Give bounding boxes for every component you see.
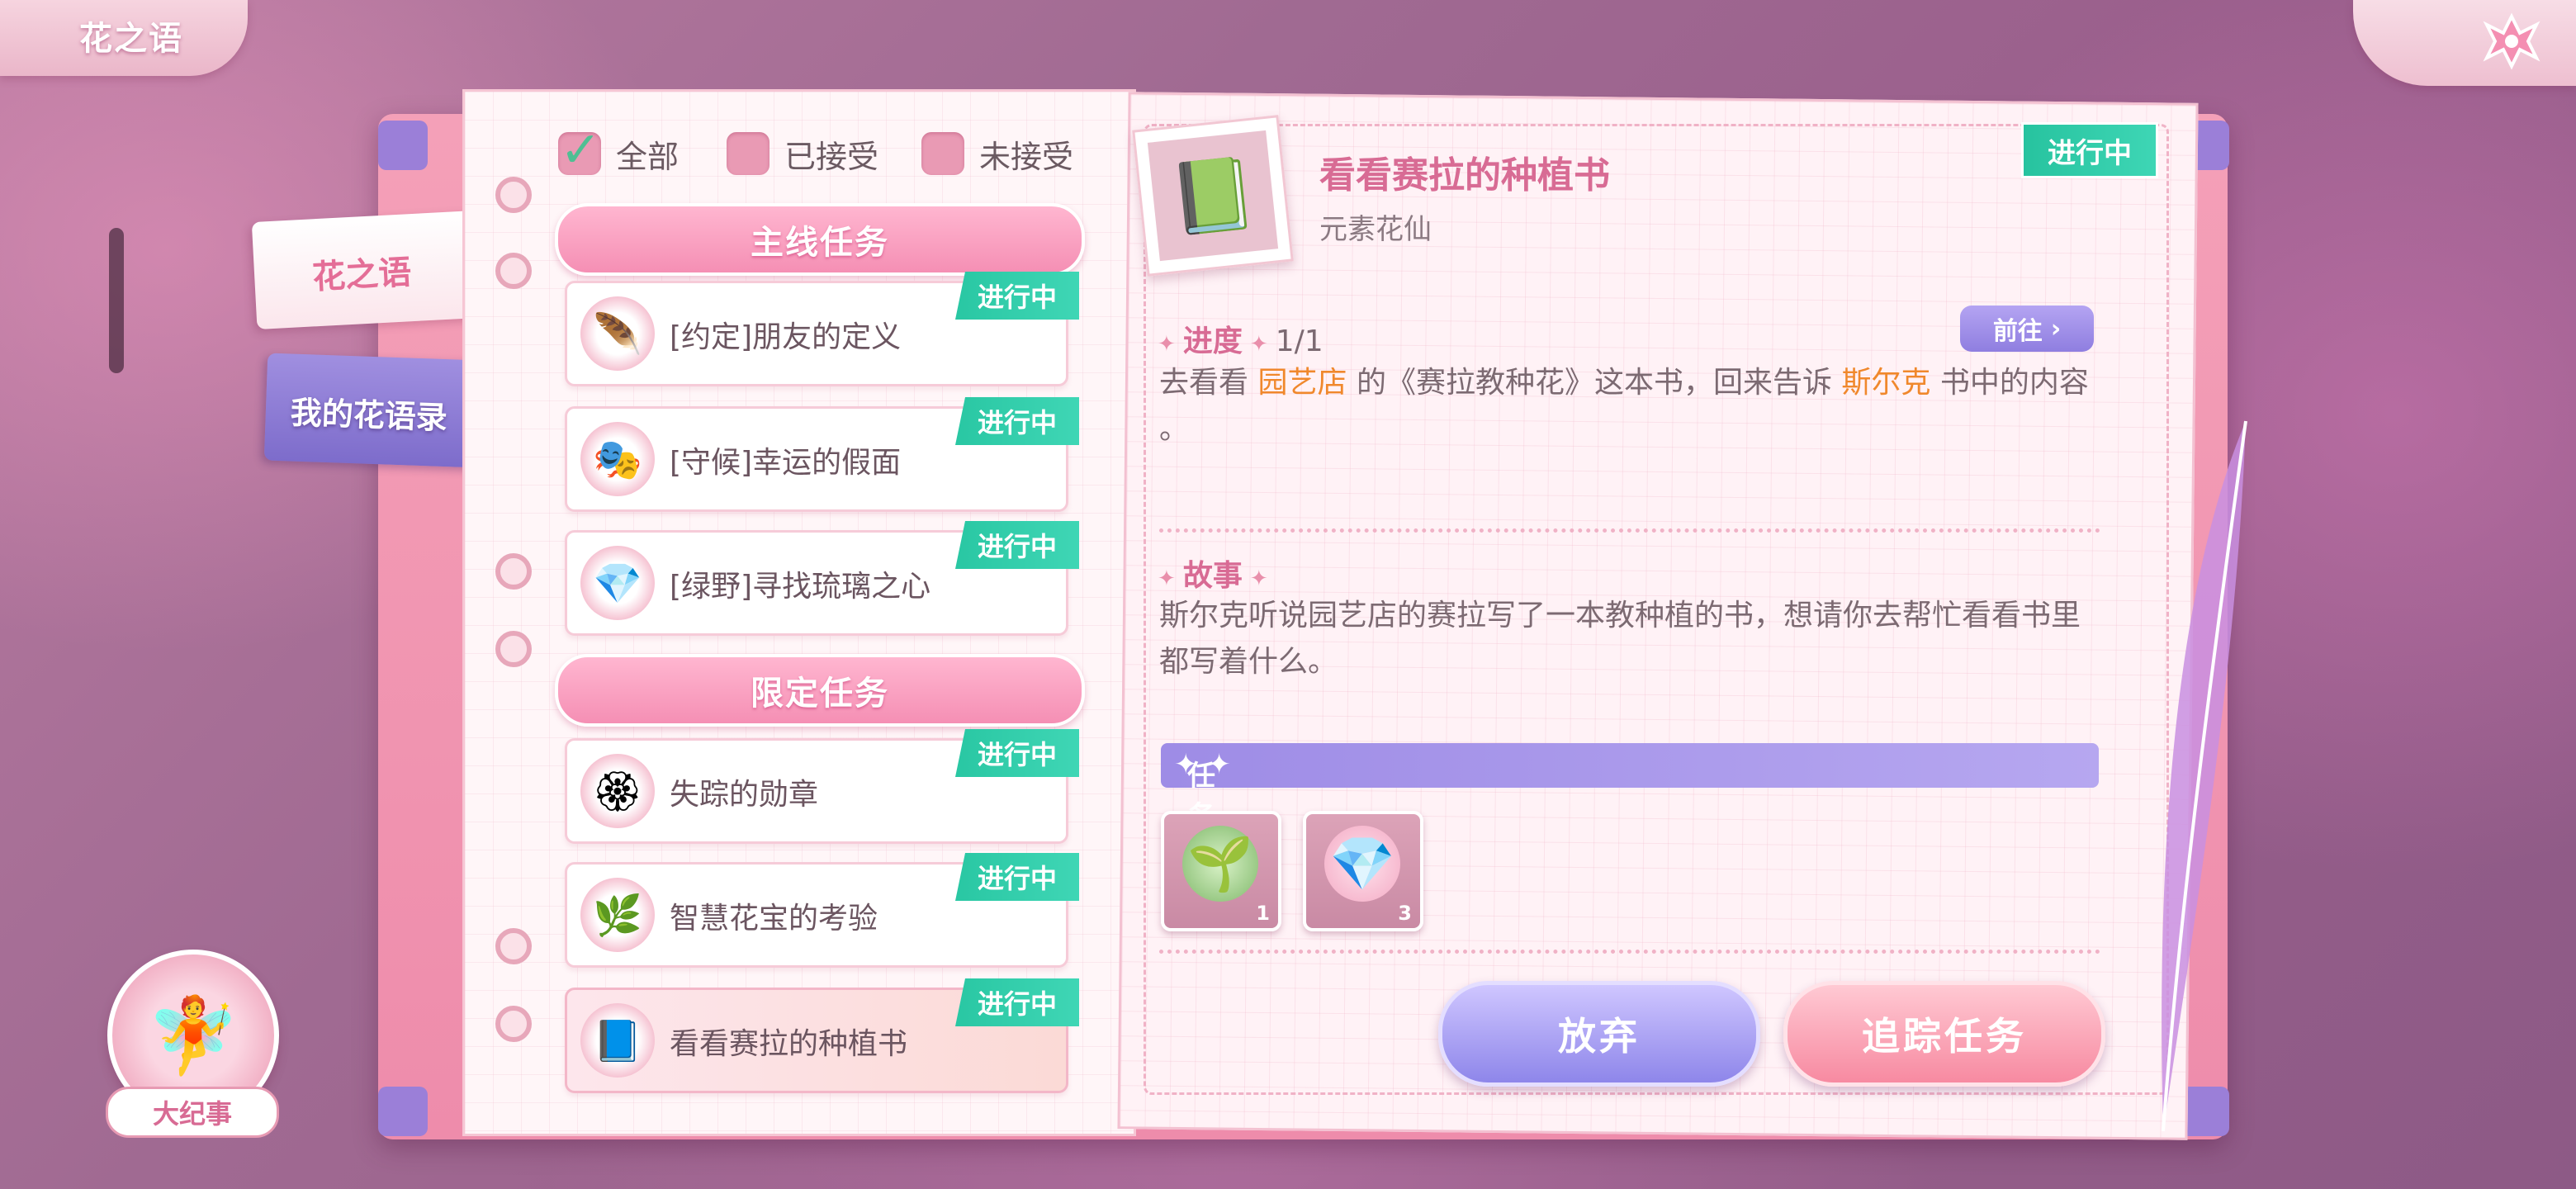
fairy-book-icon: 🧚 [146, 992, 240, 1079]
quest-item[interactable]: 🎭 [守候]幸运的假面 进行中 [565, 397, 1079, 512]
reward-header: ✦ 任务奖励 ✦ [1161, 743, 2099, 914]
corner-decoration [378, 1087, 428, 1136]
divider [1159, 950, 2100, 954]
section-title: 主线任务 [751, 224, 889, 262]
checkbox[interactable] [921, 132, 964, 175]
sparkle-icon: ✦ [1242, 332, 1276, 357]
quest-name: [约定]朋友的定义 [670, 320, 902, 354]
page-title-tab: 花之语 [0, 0, 248, 76]
status-badge: 进行中 [955, 729, 1079, 777]
quest-item[interactable]: 🏵 失踪的勋章 进行中 [565, 729, 1079, 844]
status-badge: 进行中 [955, 397, 1079, 445]
reward-label: ✦ 任务奖励 ✦ [1174, 748, 1231, 914]
flower-sprite-icon: 🌿 [580, 878, 655, 952]
filter-label: 全部 [616, 138, 680, 175]
book-icon: 📗 [1147, 130, 1279, 262]
quest-name: [绿野]寻找琉璃之心 [670, 570, 931, 604]
story-label: ✦ 故事 ✦ [1158, 559, 1268, 593]
reward-item[interactable]: 💎 3 [1303, 811, 1423, 931]
binder-ring [495, 177, 532, 213]
medal-icon: 🏵 [580, 754, 655, 828]
progress-label: ✦ 进度 ✦ 1/1 [1158, 324, 1324, 358]
quest-item-selected[interactable]: 📘 看看赛拉的种植书 进行中 [565, 978, 1079, 1093]
tab-flower-language[interactable]: 花之语 [251, 211, 481, 329]
check-icon: ✓ [560, 121, 602, 179]
gem-icon: 💎 [1324, 826, 1400, 902]
sparkle-icon: ✦ [1158, 332, 1183, 357]
binder-ring [495, 553, 532, 590]
binder-ring [495, 253, 532, 289]
binder-ring [495, 631, 532, 667]
status-badge: 进行中 [955, 978, 1079, 1026]
divider [1159, 528, 2100, 533]
reward-item[interactable]: 🌱 1 [1161, 811, 1281, 931]
seed-icon: 🌱 [1182, 826, 1258, 902]
status-badge: 进行中 [955, 521, 1079, 569]
section-title: 限定任务 [751, 675, 889, 713]
progress-value: 1/1 [1275, 324, 1324, 358]
binder-ring [495, 928, 532, 964]
goto-button[interactable]: 前往 › [1960, 306, 2094, 352]
scroll-handle[interactable] [109, 228, 124, 373]
quest-item-frame: 📗 [1132, 115, 1294, 277]
checkbox[interactable] [727, 132, 769, 175]
close-icon [2483, 12, 2540, 70]
tab-my-flower-records[interactable]: 我的花语录 [263, 353, 483, 468]
sparkle-icon: ✦ [1158, 566, 1183, 591]
status-badge: 进行中 [955, 272, 1079, 320]
quest-name: 智慧花宝的考验 [670, 902, 878, 936]
feather-quill-icon [2162, 420, 2247, 1132]
quest-item[interactable]: 🪶 [约定]朋友的定义 进行中 [565, 272, 1079, 386]
quest-title: 看看赛拉的种植书 [1319, 154, 1610, 197]
reward-count: 1 [1256, 902, 1270, 925]
quest-subtitle: 元素花仙 [1319, 213, 1432, 246]
checkbox[interactable]: ✓ [558, 126, 601, 175]
track-quest-button[interactable]: 追踪任务 [1783, 981, 2105, 1087]
close-button[interactable] [2353, 0, 2576, 86]
reward-count: 3 [1398, 902, 1412, 925]
story-text: 斯尔克听说园艺店的赛拉写了一本教种植的书，想请你去帮忙看看书里都写着什么。 [1159, 599, 2081, 679]
quest-name: 看看赛拉的种植书 [670, 1027, 908, 1061]
page-title: 花之语 [79, 20, 183, 58]
status-badge: 进行中 [955, 853, 1079, 901]
crystal-icon: 💎 [580, 546, 655, 620]
filter-accepted[interactable]: 已接受 [727, 130, 878, 177]
filter-all[interactable]: ✓ 全部 [558, 126, 680, 177]
mask-icon: 🎭 [580, 422, 655, 496]
section-header-limited: 限定任务 [555, 654, 1085, 727]
corner-decoration [378, 121, 428, 170]
chronicle-label[interactable]: 大纪事 [106, 1087, 279, 1138]
filter-not-accepted[interactable]: 未接受 [921, 130, 1073, 177]
place-link: 园艺店 [1257, 366, 1347, 400]
quest-name: [守候]幸运的假面 [670, 446, 902, 480]
binder-ring [495, 1006, 532, 1042]
tab-label: 花之语 [311, 253, 413, 297]
quest-name: 失踪的勋章 [670, 778, 819, 812]
chevron-right-icon: › [2050, 314, 2062, 343]
quest-item[interactable]: 💎 [绿野]寻找琉璃之心 进行中 [565, 521, 1079, 636]
filter-label: 已接受 [784, 138, 879, 175]
section-header-main: 主线任务 [555, 203, 1085, 276]
quest-item[interactable]: 🌿 智慧花宝的考验 进行中 [565, 853, 1079, 968]
npc-link: 斯尔克 [1841, 366, 1931, 400]
quest-description: 去看看 园艺店 的《赛拉教种花》这本书，回来告诉 斯尔克 书中的内容。 [1159, 366, 2089, 446]
tab-label: 我的花语录 [290, 394, 448, 437]
abandon-button[interactable]: 放弃 [1438, 981, 1760, 1087]
book-icon: 📘 [580, 1003, 655, 1078]
sparkle-icon: ✦ [1242, 566, 1268, 591]
filter-label: 未接受 [979, 138, 1074, 175]
status-badge: 进行中 [2021, 122, 2158, 178]
feather-icon: 🪶 [580, 296, 655, 371]
